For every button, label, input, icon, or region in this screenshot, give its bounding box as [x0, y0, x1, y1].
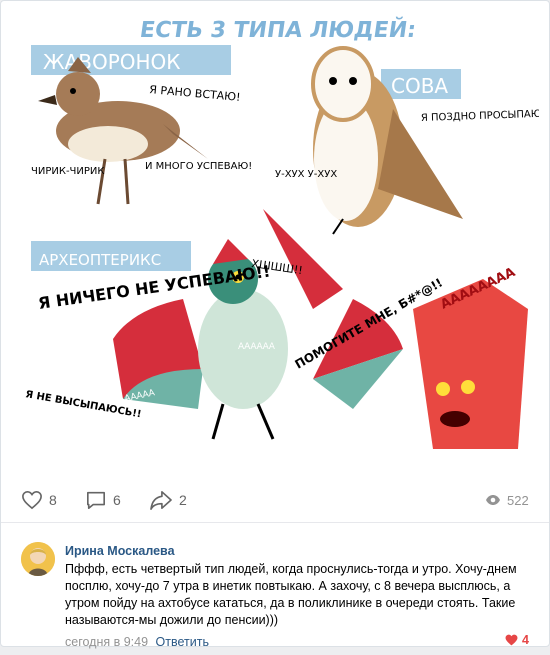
- lark-speech-left: ЧИРИК-ЧИРИК: [31, 166, 105, 177]
- avatar[interactable]: [21, 542, 55, 576]
- reply-link[interactable]: Ответить: [156, 635, 209, 649]
- eye-icon: [486, 495, 500, 505]
- owl-speech-left: У-ХУХ У-ХУХ: [275, 169, 337, 180]
- screaming-face: [413, 279, 528, 449]
- comment-author[interactable]: Ирина Москалева: [65, 544, 175, 558]
- like-button[interactable]: 8: [21, 487, 57, 513]
- lark-label: ЖАВОРОНОК: [43, 50, 180, 74]
- owl-speech: Я ПОЗДНО ПРОСЫПАЮСЬ, ЗАТО ОЧЕНЬ РАБОТОСП…: [421, 100, 539, 124]
- share-icon: [150, 491, 172, 510]
- arch-scream-mid: АААААА: [238, 342, 276, 352]
- wall-post: ЕСТЬ 3 ТИПА ЛЮДЕЙ: ЖАВОРОНОК Я РАНО ВСТА…: [0, 0, 550, 649]
- owl-label: СОВА: [391, 74, 448, 98]
- heart-icon: [22, 490, 42, 510]
- comments-count: 6: [113, 492, 121, 508]
- lark-bird: [38, 57, 208, 205]
- comment-text: Пффф, есть четвертый тип людей, когда пр…: [65, 562, 517, 627]
- image-title: ЕСТЬ 3 ТИПА ЛЮДЕЙ:: [138, 15, 418, 43]
- divider: [1, 522, 549, 523]
- comic-illustration: ЕСТЬ 3 ТИПА ЛЮДЕЙ: ЖАВОРОНОК Я РАНО ВСТА…: [24, 15, 539, 449]
- comment-footer: сегодня в 9:49 Ответить: [65, 635, 209, 649]
- arch-scream-left: ААААААА: [68, 308, 106, 346]
- comment-like-button[interactable]: 4: [505, 633, 529, 647]
- post-actions: 8 6 2 522: [1, 483, 549, 517]
- lark-speech-main: Я РАНО ВСТАЮ!: [149, 83, 241, 104]
- share-button[interactable]: 2: [149, 487, 187, 513]
- post-image[interactable]: ЕСТЬ 3 ТИПА ЛЮДЕЙ: ЖАВОРОНОК Я РАНО ВСТА…: [13, 9, 539, 469]
- shares-count: 2: [179, 492, 187, 508]
- archaeopteryx-label: АРХЕОПТЕРИКС: [39, 251, 161, 269]
- comment-button[interactable]: 6: [85, 487, 121, 513]
- lark-speech-right: И МНОГО УСПЕВАЮ!: [145, 161, 252, 172]
- views-counter: 522: [485, 487, 529, 513]
- comment-likes-count: 4: [522, 633, 529, 647]
- comment: Ирина Москалева Пффф, есть четвертый тип…: [1, 531, 549, 649]
- comment-time[interactable]: сегодня в 9:49: [65, 635, 148, 649]
- views-count: 522: [507, 492, 529, 508]
- heart-icon: [505, 634, 518, 646]
- comment-icon: [87, 491, 105, 509]
- likes-count: 8: [49, 492, 57, 508]
